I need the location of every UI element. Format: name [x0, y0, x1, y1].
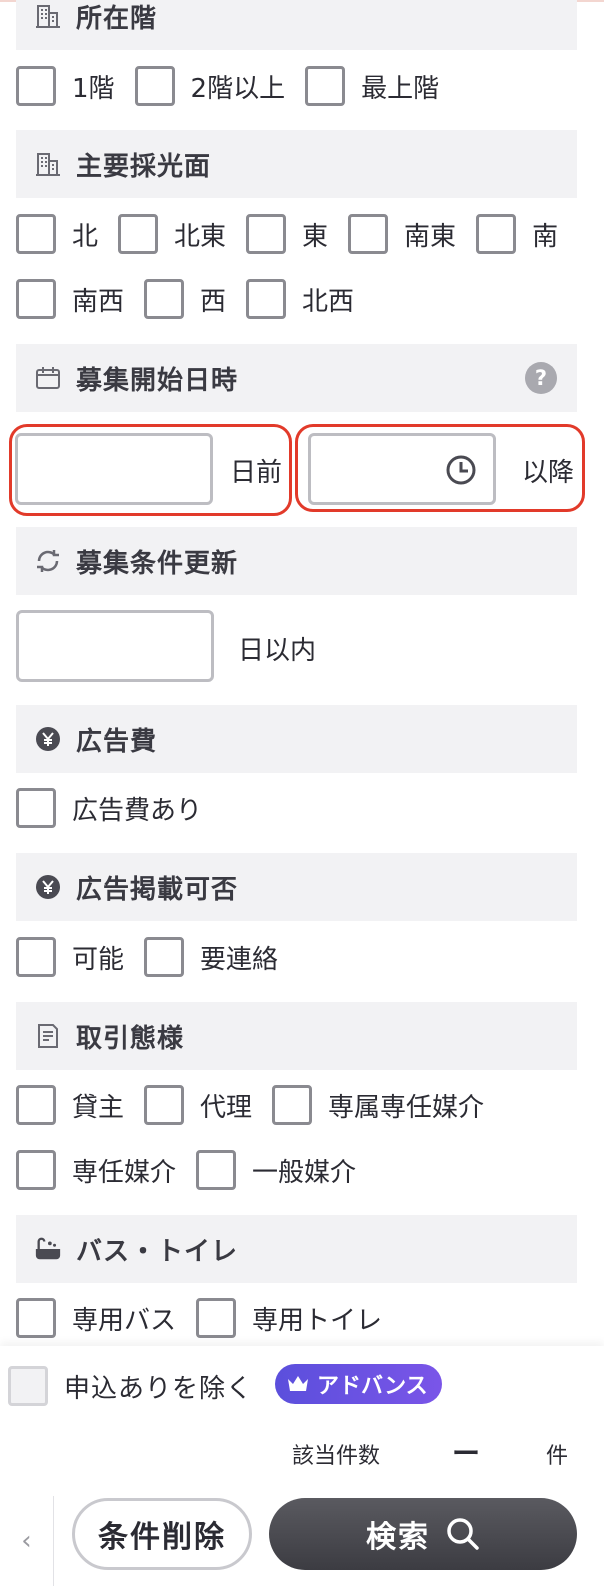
- bath-toilet-options: 専用バス 専用トイレ: [16, 1298, 402, 1338]
- section-title: 募集条件更新: [76, 548, 239, 579]
- bath-option-private-bath[interactable]: 専用バス: [16, 1298, 176, 1338]
- checkbox[interactable]: [118, 214, 159, 254]
- ad-publish-option-allowed[interactable]: 可能: [16, 937, 124, 977]
- bath-option-private-toilet[interactable]: 専用トイレ: [196, 1298, 382, 1338]
- transaction-option-exclusive-dedicated[interactable]: 専属専任媒介: [272, 1085, 484, 1125]
- refresh-icon: [34, 547, 62, 575]
- checkbox[interactable]: [246, 279, 287, 319]
- section-title: 所在階: [76, 3, 158, 34]
- section-title: バス・トイレ: [76, 1236, 239, 1267]
- section-title: 広告費: [76, 726, 158, 757]
- checkbox[interactable]: [144, 937, 185, 977]
- update-days-suffix: 日以内: [238, 636, 317, 666]
- floor-option-top[interactable]: 最上階: [305, 66, 439, 106]
- section-header-ad-fee: 広告費: [16, 705, 577, 773]
- ad-fee-options: 広告費あり: [16, 788, 222, 828]
- section-title: 広告掲載可否: [76, 874, 239, 905]
- building-icon: [34, 150, 62, 178]
- floor-option-1f[interactable]: 1階: [16, 66, 115, 106]
- section-title: 募集開始日時: [76, 365, 239, 396]
- checkbox[interactable]: [272, 1085, 313, 1125]
- advance-badge: アドバンス: [275, 1364, 442, 1404]
- checkbox[interactable]: [16, 214, 56, 254]
- section-header-ad-publish: 広告掲載可否: [16, 853, 577, 921]
- time-input[interactable]: [308, 433, 496, 505]
- result-count-label: 該当件数: [292, 1444, 381, 1469]
- transaction-option-exclusive[interactable]: 専任媒介: [16, 1150, 176, 1190]
- floor-options: 1階 2階以上 最上階: [16, 66, 459, 106]
- advance-badge-label: アドバンス: [317, 1374, 428, 1399]
- result-count-unit: 件: [546, 1444, 569, 1469]
- yen-icon: [34, 873, 62, 901]
- checkbox[interactable]: [196, 1150, 237, 1190]
- section-header-recruit-update: 募集条件更新: [16, 527, 577, 595]
- checkbox[interactable]: [348, 214, 389, 254]
- light-options-row1: 北 北東 東 南東 南: [16, 214, 558, 254]
- checkbox[interactable]: [16, 1298, 56, 1338]
- checkbox[interactable]: [16, 66, 56, 106]
- light-option-south[interactable]: 南: [476, 214, 558, 254]
- building-icon: [34, 2, 62, 30]
- days-before-suffix: 日前: [230, 458, 283, 488]
- search-button-label: 検索: [366, 1520, 430, 1555]
- checkbox[interactable]: [144, 1085, 185, 1125]
- clear-conditions-label: 条件削除: [98, 1520, 226, 1555]
- transaction-options-row2: 専任媒介 一般媒介: [16, 1150, 376, 1190]
- light-option-northeast[interactable]: 北東: [118, 214, 226, 254]
- checkbox[interactable]: [16, 937, 56, 977]
- checkbox[interactable]: [16, 1150, 56, 1190]
- section-header-light: 主要採光面: [16, 130, 577, 198]
- update-days-input[interactable]: [16, 610, 214, 682]
- exclude-applied-checkbox[interactable]: [8, 1366, 48, 1406]
- checkbox[interactable]: [134, 66, 175, 106]
- days-before-input[interactable]: [15, 433, 213, 505]
- clear-conditions-button[interactable]: 条件削除: [72, 1498, 252, 1570]
- floor-option-2f-plus[interactable]: 2階以上: [134, 66, 285, 106]
- checkbox[interactable]: [246, 214, 287, 254]
- light-option-southeast[interactable]: 南東: [348, 214, 456, 254]
- section-header-recruit-start: 募集開始日時 ?: [16, 344, 577, 412]
- checkbox[interactable]: [196, 1298, 237, 1338]
- document-icon: [34, 1022, 62, 1050]
- light-option-east[interactable]: 東: [246, 214, 328, 254]
- section-header-bath-toilet: バス・トイレ: [16, 1215, 577, 1283]
- checkbox[interactable]: [305, 66, 346, 106]
- chevron-left-icon: ‹: [21, 1526, 32, 1556]
- transaction-option-general[interactable]: 一般媒介: [196, 1150, 356, 1190]
- calendar-icon: [34, 364, 62, 392]
- checkbox[interactable]: [144, 279, 185, 319]
- light-option-northwest[interactable]: 北西: [246, 279, 354, 319]
- checkbox[interactable]: [16, 1085, 56, 1125]
- section-title: 主要採光面: [76, 151, 212, 182]
- search-icon: [447, 1518, 479, 1550]
- section-title: 取引態様: [76, 1023, 185, 1054]
- bottom-action-panel: 申込ありを除く アドバンス 該当件数 ー 件 ‹ 条件削除 検索: [0, 1346, 604, 1586]
- section-header-floor: 所在階: [16, 0, 577, 50]
- transaction-option-owner[interactable]: 貸主: [16, 1085, 124, 1125]
- search-button[interactable]: 検索: [269, 1498, 577, 1570]
- help-icon[interactable]: ?: [525, 362, 557, 394]
- checkbox[interactable]: [476, 214, 517, 254]
- result-count-value: ー: [452, 1437, 481, 1470]
- light-option-west[interactable]: 西: [144, 279, 226, 319]
- light-option-southwest[interactable]: 南西: [16, 279, 124, 319]
- back-button[interactable]: ‹: [0, 1496, 54, 1586]
- time-after-suffix: 以降: [522, 458, 575, 488]
- yen-icon: [34, 725, 62, 753]
- checkbox[interactable]: [16, 788, 56, 828]
- light-options-row2: 南西 西 北西: [16, 279, 374, 319]
- clock-icon: [446, 455, 476, 485]
- section-header-transaction: 取引態様: [16, 1002, 577, 1070]
- crown-icon: [288, 1376, 308, 1391]
- ad-publish-options: 可能 要連絡: [16, 937, 298, 977]
- transaction-option-agent[interactable]: 代理: [144, 1085, 252, 1125]
- ad-publish-option-contact[interactable]: 要連絡: [144, 937, 278, 977]
- ad-fee-option-yes[interactable]: 広告費あり: [16, 788, 202, 828]
- bathtub-icon: [34, 1235, 62, 1263]
- light-option-north[interactable]: 北: [16, 214, 98, 254]
- transaction-options-row1: 貸主 代理 専属専任媒介: [16, 1085, 504, 1125]
- exclude-applied-label: 申込ありを除く: [64, 1374, 254, 1404]
- checkbox[interactable]: [16, 279, 56, 319]
